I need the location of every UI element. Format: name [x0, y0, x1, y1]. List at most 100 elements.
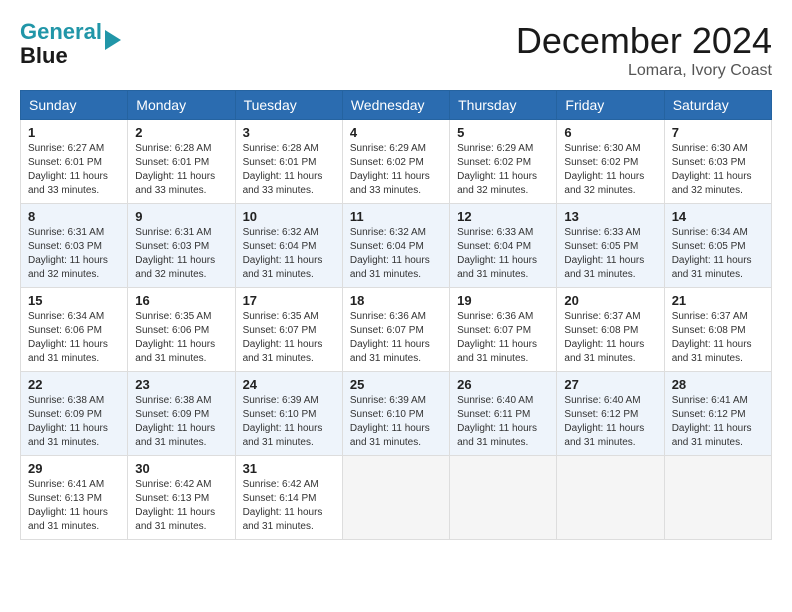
calendar-day-cell: 18 Sunrise: 6:36 AM Sunset: 6:07 PM Dayli… [342, 288, 449, 372]
calendar-header-row: SundayMondayTuesdayWednesdayThursdayFrid… [21, 91, 772, 120]
calendar-week-row: 8 Sunrise: 6:31 AM Sunset: 6:03 PM Daylig… [21, 204, 772, 288]
calendar-week-row: 15Sunrise: 6:34 AM Sunset: 6:06 PM Dayli… [21, 288, 772, 372]
title-area: December 2024 Lomara, Ivory Coast [516, 20, 772, 80]
day-info: Sunrise: 6:37 AM Sunset: 6:08 PM Dayligh… [564, 310, 656, 366]
day-info: Sunrise: 6:40 AM Sunset: 6:11 PM Dayligh… [457, 394, 549, 450]
day-number: 28 [672, 377, 764, 392]
calendar-day-cell: 24 Sunrise: 6:39 AM Sunset: 6:10 PM Dayli… [235, 372, 342, 456]
day-info: Sunrise: 6:42 AM Sunset: 6:13 PM Dayligh… [135, 478, 227, 534]
day-of-week-header: Wednesday [342, 91, 449, 120]
day-of-week-header: Thursday [450, 91, 557, 120]
day-number: 27 [564, 377, 656, 392]
calendar-day-cell: 26 Sunrise: 6:40 AM Sunset: 6:11 PM Dayli… [450, 372, 557, 456]
calendar-day-cell: 31 Sunrise: 6:42 AM Sunset: 6:14 PM Dayli… [235, 456, 342, 540]
day-info: Sunrise: 6:28 AM Sunset: 6:01 PM Dayligh… [243, 142, 335, 198]
day-info: Sunrise: 6:35 AM Sunset: 6:06 PM Dayligh… [135, 310, 227, 366]
day-info: Sunrise: 6:36 AM Sunset: 6:07 PM Dayligh… [350, 310, 442, 366]
day-number: 16 [135, 293, 227, 308]
calendar-day-cell [557, 456, 664, 540]
day-number: 14 [672, 209, 764, 224]
day-number: 5 [457, 125, 549, 140]
day-number: 22 [28, 377, 120, 392]
day-info: Sunrise: 6:40 AM Sunset: 6:12 PM Dayligh… [564, 394, 656, 450]
day-of-week-header: Monday [128, 91, 235, 120]
logo-text: General [20, 20, 102, 44]
location-subtitle: Lomara, Ivory Coast [516, 62, 772, 80]
calendar-day-cell: 2 Sunrise: 6:28 AM Sunset: 6:01 PM Daylig… [128, 120, 235, 204]
calendar-day-cell: 11 Sunrise: 6:32 AM Sunset: 6:04 PM Dayli… [342, 204, 449, 288]
calendar-day-cell: 1 Sunrise: 6:27 AM Sunset: 6:01 PM Daylig… [21, 120, 128, 204]
calendar-day-cell: 21Sunrise: 6:37 AM Sunset: 6:08 PM Dayli… [664, 288, 771, 372]
logo-text2: Blue [20, 44, 102, 68]
calendar-day-cell [342, 456, 449, 540]
day-number: 20 [564, 293, 656, 308]
day-number: 8 [28, 209, 120, 224]
day-number: 18 [350, 293, 442, 308]
day-number: 1 [28, 125, 120, 140]
day-info: Sunrise: 6:42 AM Sunset: 6:14 PM Dayligh… [243, 478, 335, 534]
calendar-day-cell: 19Sunrise: 6:36 AM Sunset: 6:07 PM Dayli… [450, 288, 557, 372]
calendar-day-cell [450, 456, 557, 540]
day-of-week-header: Sunday [21, 91, 128, 120]
day-number: 24 [243, 377, 335, 392]
day-number: 23 [135, 377, 227, 392]
day-info: Sunrise: 6:34 AM Sunset: 6:05 PM Dayligh… [672, 226, 764, 282]
calendar-day-cell: 12Sunrise: 6:33 AM Sunset: 6:04 PM Dayli… [450, 204, 557, 288]
day-info: Sunrise: 6:37 AM Sunset: 6:08 PM Dayligh… [672, 310, 764, 366]
calendar-day-cell: 15Sunrise: 6:34 AM Sunset: 6:06 PM Dayli… [21, 288, 128, 372]
day-info: Sunrise: 6:29 AM Sunset: 6:02 PM Dayligh… [457, 142, 549, 198]
day-of-week-header: Tuesday [235, 91, 342, 120]
day-info: Sunrise: 6:36 AM Sunset: 6:07 PM Dayligh… [457, 310, 549, 366]
calendar-day-cell: 16 Sunrise: 6:35 AM Sunset: 6:06 PM Dayli… [128, 288, 235, 372]
day-of-week-header: Saturday [664, 91, 771, 120]
calendar-day-cell: 9 Sunrise: 6:31 AM Sunset: 6:03 PM Daylig… [128, 204, 235, 288]
day-info: Sunrise: 6:33 AM Sunset: 6:05 PM Dayligh… [564, 226, 656, 282]
day-info: Sunrise: 6:31 AM Sunset: 6:03 PM Dayligh… [135, 226, 227, 282]
day-info: Sunrise: 6:38 AM Sunset: 6:09 PM Dayligh… [135, 394, 227, 450]
calendar-day-cell: 29Sunrise: 6:41 AM Sunset: 6:13 PM Dayli… [21, 456, 128, 540]
calendar-day-cell: 28Sunrise: 6:41 AM Sunset: 6:12 PM Dayli… [664, 372, 771, 456]
day-of-week-header: Friday [557, 91, 664, 120]
day-number: 26 [457, 377, 549, 392]
calendar-day-cell: 30Sunrise: 6:42 AM Sunset: 6:13 PM Dayli… [128, 456, 235, 540]
calendar-day-cell: 7 Sunrise: 6:30 AM Sunset: 6:03 PM Daylig… [664, 120, 771, 204]
calendar-day-cell: 22 Sunrise: 6:38 AM Sunset: 6:09 PM Dayli… [21, 372, 128, 456]
day-info: Sunrise: 6:39 AM Sunset: 6:10 PM Dayligh… [350, 394, 442, 450]
day-number: 4 [350, 125, 442, 140]
calendar-day-cell [664, 456, 771, 540]
calendar-day-cell: 27 Sunrise: 6:40 AM Sunset: 6:12 PM Dayli… [557, 372, 664, 456]
day-number: 10 [243, 209, 335, 224]
day-number: 3 [243, 125, 335, 140]
day-info: Sunrise: 6:34 AM Sunset: 6:06 PM Dayligh… [28, 310, 120, 366]
calendar-day-cell: 23 Sunrise: 6:38 AM Sunset: 6:09 PM Dayli… [128, 372, 235, 456]
day-number: 11 [350, 209, 442, 224]
day-number: 12 [457, 209, 549, 224]
day-number: 31 [243, 461, 335, 476]
day-info: Sunrise: 6:39 AM Sunset: 6:10 PM Dayligh… [243, 394, 335, 450]
calendar-day-cell: 5 Sunrise: 6:29 AM Sunset: 6:02 PM Daylig… [450, 120, 557, 204]
day-number: 9 [135, 209, 227, 224]
logo: General Blue [20, 20, 121, 68]
day-info: Sunrise: 6:27 AM Sunset: 6:01 PM Dayligh… [28, 142, 120, 198]
day-info: Sunrise: 6:32 AM Sunset: 6:04 PM Dayligh… [350, 226, 442, 282]
day-number: 6 [564, 125, 656, 140]
day-info: Sunrise: 6:41 AM Sunset: 6:13 PM Dayligh… [28, 478, 120, 534]
calendar-day-cell: 4Sunrise: 6:29 AM Sunset: 6:02 PM Daylig… [342, 120, 449, 204]
calendar-day-cell: 17Sunrise: 6:35 AM Sunset: 6:07 PM Dayli… [235, 288, 342, 372]
month-title: December 2024 [516, 20, 772, 62]
calendar-day-cell: 20 Sunrise: 6:37 AM Sunset: 6:08 PM Dayli… [557, 288, 664, 372]
day-info: Sunrise: 6:30 AM Sunset: 6:02 PM Dayligh… [564, 142, 656, 198]
calendar-day-cell: 13Sunrise: 6:33 AM Sunset: 6:05 PM Dayli… [557, 204, 664, 288]
day-number: 25 [350, 377, 442, 392]
logo-arrow-icon [105, 30, 121, 50]
day-info: Sunrise: 6:38 AM Sunset: 6:09 PM Dayligh… [28, 394, 120, 450]
calendar-day-cell: 14 Sunrise: 6:34 AM Sunset: 6:05 PM Dayli… [664, 204, 771, 288]
day-info: Sunrise: 6:28 AM Sunset: 6:01 PM Dayligh… [135, 142, 227, 198]
day-number: 2 [135, 125, 227, 140]
day-number: 7 [672, 125, 764, 140]
calendar-week-row: 22 Sunrise: 6:38 AM Sunset: 6:09 PM Dayli… [21, 372, 772, 456]
calendar-week-row: 29Sunrise: 6:41 AM Sunset: 6:13 PM Dayli… [21, 456, 772, 540]
day-info: Sunrise: 6:35 AM Sunset: 6:07 PM Dayligh… [243, 310, 335, 366]
day-info: Sunrise: 6:30 AM Sunset: 6:03 PM Dayligh… [672, 142, 764, 198]
calendar-week-row: 1 Sunrise: 6:27 AM Sunset: 6:01 PM Daylig… [21, 120, 772, 204]
